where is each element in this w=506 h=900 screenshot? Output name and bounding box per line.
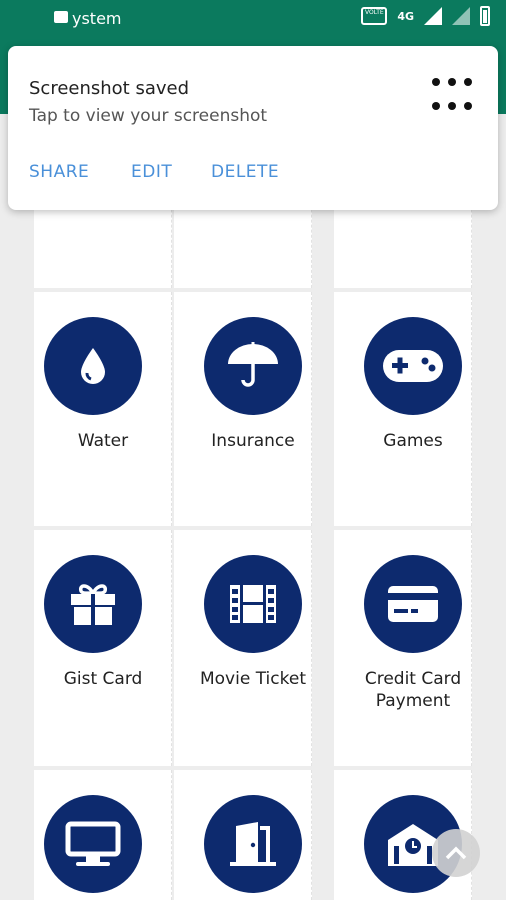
notification-title: Screenshot saved	[29, 78, 190, 99]
grid-item-gist-card[interactable]: Gist Card	[34, 530, 172, 766]
status-bar: ystem VOLTE 4G	[0, 0, 506, 36]
network-type: 4G	[397, 9, 414, 23]
volte-icon: VOLTE	[361, 7, 388, 25]
grid-item-games[interactable]: Games	[334, 292, 472, 526]
status-app-name: ystem	[72, 9, 122, 28]
chevron-up-icon	[445, 846, 467, 860]
item-label: Games	[383, 431, 443, 451]
services-grid-area: Water Insurance Games Gist Card Movie Ti…	[0, 114, 506, 900]
grid-item-door[interactable]	[174, 770, 312, 900]
screenshot-thumbnail[interactable]	[428, 74, 478, 126]
battery-icon	[480, 6, 490, 26]
grid-item-insurance[interactable]: Insurance	[174, 292, 312, 526]
delete-button[interactable]: DELETE	[211, 162, 279, 182]
item-label: Gist Card	[63, 669, 143, 689]
gift-icon	[44, 555, 142, 653]
door-icon	[204, 795, 302, 893]
umbrella-icon	[204, 317, 302, 415]
edit-button[interactable]: EDIT	[131, 162, 172, 182]
grid-item-water[interactable]: Water	[34, 292, 172, 526]
signal-icon-2	[452, 7, 470, 25]
share-button[interactable]: SHARE	[29, 162, 89, 182]
image-icon	[54, 11, 68, 23]
signal-icon	[424, 7, 442, 25]
item-label: Movie Ticket	[199, 669, 306, 689]
scroll-to-top-button[interactable]	[432, 829, 480, 877]
notification-subtitle: Tap to view your screenshot	[29, 106, 268, 126]
grid-item-credit-card[interactable]: Credit Card Payment	[334, 530, 472, 766]
screenshot-notification[interactable]: Screenshot saved Tap to view your screen…	[8, 46, 498, 210]
monitor-icon	[44, 795, 142, 893]
gamepad-icon	[364, 317, 462, 415]
credit-card-icon	[364, 555, 462, 653]
item-label: Credit Card Payment	[364, 669, 462, 711]
film-icon	[204, 555, 302, 653]
item-label: Water	[77, 431, 129, 451]
grid-item-movie-ticket[interactable]: Movie Ticket	[174, 530, 312, 766]
item-label: Insurance	[211, 431, 295, 451]
grid-item-tv[interactable]	[34, 770, 172, 900]
water-drop-icon	[44, 317, 142, 415]
